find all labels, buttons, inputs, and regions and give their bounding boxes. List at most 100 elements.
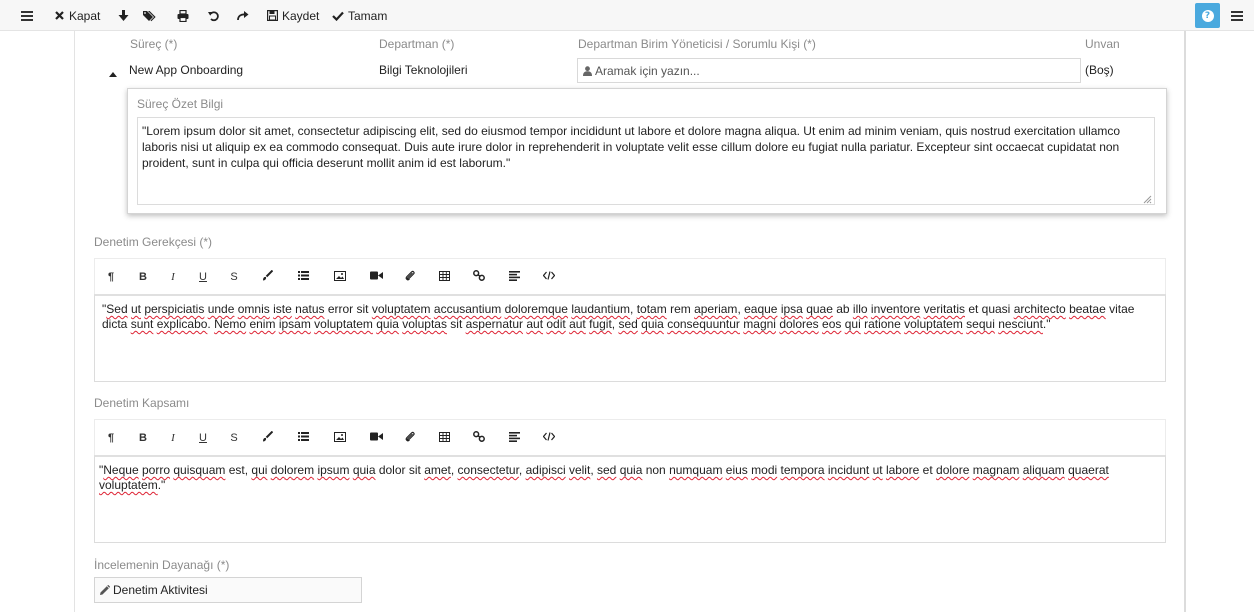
paragraph-button[interactable]: ¶ — [100, 420, 122, 456]
user-icon — [583, 65, 592, 76]
menu-button[interactable] — [20, 0, 37, 31]
attachment-button[interactable] — [399, 420, 421, 456]
help-button[interactable]: ? — [1195, 3, 1220, 28]
strikethrough-button[interactable]: S — [223, 259, 245, 295]
code-view-button[interactable] — [538, 420, 560, 456]
link-icon — [473, 431, 485, 445]
table-button[interactable] — [433, 259, 455, 295]
menu-icon — [1230, 9, 1244, 23]
audit-reason-editor[interactable]: "Sed ut perspiciatis unde omnis iste nat… — [94, 294, 1166, 382]
redo-button[interactable] — [236, 0, 253, 31]
video-button[interactable] — [365, 259, 387, 295]
menu-icon — [20, 9, 34, 23]
tags-button[interactable] — [143, 0, 160, 31]
resize-grip-icon[interactable] — [1142, 192, 1152, 204]
code-view-button[interactable] — [538, 259, 560, 295]
italic-button[interactable]: I — [162, 420, 184, 456]
list-button[interactable] — [292, 420, 314, 456]
paragraph-icon: ¶ — [107, 432, 115, 444]
save-icon — [265, 9, 279, 23]
italic-icon: I — [171, 432, 175, 444]
summary-label: Süreç Özet Bilgi — [137, 97, 224, 111]
image-button[interactable] — [329, 420, 351, 456]
side-menu-button[interactable] — [1230, 0, 1247, 31]
list-icon — [297, 271, 309, 283]
bold-icon: B — [139, 432, 147, 444]
manager-search-placeholder: Aramak için yazın... — [595, 63, 700, 78]
manager-search-input[interactable]: Aramak için yazın... — [577, 58, 1081, 83]
align-button[interactable] — [503, 420, 525, 456]
image-icon — [334, 270, 346, 284]
content-left-border — [74, 31, 75, 612]
table-button[interactable] — [433, 420, 455, 456]
process-name: New App Onboarding — [129, 63, 244, 77]
underline-icon: U — [199, 432, 207, 444]
audit-scope-editor[interactable]: "Neque porro quisquam est, qui dolorem i… — [94, 455, 1166, 543]
close-label: Kapat — [69, 8, 101, 23]
audit-scope-text: "Neque porro quisquam est, qui dolorem i… — [99, 463, 1109, 492]
video-icon — [369, 432, 383, 444]
underline-button[interactable]: U — [192, 420, 214, 456]
summary-textarea[interactable]: "Lorem ipsum dolor sit amet, consectetur… — [137, 117, 1155, 205]
audit-scope-editor-toolbar: ¶ B I U S — [94, 419, 1166, 456]
paperclip-icon — [405, 270, 415, 284]
bold-button[interactable]: B — [132, 259, 154, 295]
italic-icon: I — [171, 271, 175, 283]
print-icon — [176, 9, 190, 23]
basis-label: İncelemenin Dayanağı (*) — [94, 558, 230, 572]
audit-reason-editor-toolbar: ¶ B I U S — [94, 258, 1166, 295]
paragraph-icon: ¶ — [107, 271, 115, 283]
align-button[interactable] — [503, 259, 525, 295]
bold-button[interactable]: B — [132, 420, 154, 456]
audit-reason-text: "Sed ut perspiciatis unde omnis iste nat… — [102, 302, 1135, 331]
paragraph-button[interactable]: ¶ — [100, 259, 122, 295]
strikethrough-icon: S — [230, 432, 238, 444]
basis-select[interactable]: Denetim Aktivitesi — [94, 577, 362, 603]
summary-text: "Lorem ipsum dolor sit amet, consectetur… — [142, 124, 1121, 170]
manager-label: Departman Birim Yöneticisi / Sorumlu Kiş… — [578, 37, 816, 51]
strikethrough-icon: S — [230, 271, 238, 283]
image-icon — [334, 431, 346, 445]
close-icon — [52, 9, 66, 23]
close-button[interactable]: Kapat — [52, 0, 100, 31]
link-icon — [473, 270, 485, 284]
table-icon — [438, 431, 450, 445]
download-button[interactable] — [116, 0, 133, 31]
video-icon — [369, 271, 383, 283]
color-button[interactable] — [256, 259, 278, 295]
collapse-row-button[interactable] — [109, 66, 117, 80]
italic-button[interactable]: I — [162, 259, 184, 295]
underline-button[interactable]: U — [192, 259, 214, 295]
department-value: Bilgi Teknolojileri — [379, 63, 468, 77]
tags-icon — [143, 9, 157, 23]
image-button[interactable] — [329, 259, 351, 295]
brush-icon — [262, 430, 273, 445]
done-button[interactable]: Tamam — [331, 0, 387, 31]
attachment-button[interactable] — [399, 259, 421, 295]
undo-button[interactable] — [207, 0, 224, 31]
caret-up-icon — [109, 66, 117, 80]
title-label: Unvan — [1085, 37, 1120, 51]
link-button[interactable] — [468, 420, 490, 456]
save-button[interactable]: Kaydet — [265, 0, 319, 31]
align-left-icon — [508, 431, 520, 445]
process-label: Süreç (*) — [130, 37, 178, 51]
color-button[interactable] — [256, 420, 278, 456]
code-icon — [542, 271, 556, 283]
table-icon — [438, 270, 450, 284]
link-button[interactable] — [468, 259, 490, 295]
department-label: Departman (*) — [379, 37, 455, 51]
top-toolbar: Kapat Kaydet Tamam ? — [0, 0, 1254, 31]
pencil-icon — [99, 584, 110, 596]
bold-icon: B — [139, 271, 147, 283]
list-button[interactable] — [292, 259, 314, 295]
audit-reason-label: Denetim Gerekçesi (*) — [94, 235, 213, 249]
title-value: (Boş) — [1085, 63, 1114, 77]
print-button[interactable] — [176, 0, 193, 31]
strikethrough-button[interactable]: S — [223, 420, 245, 456]
download-icon — [116, 9, 130, 23]
video-button[interactable] — [365, 420, 387, 456]
check-icon — [331, 9, 345, 23]
basis-value: Denetim Aktivitesi — [113, 583, 208, 597]
paperclip-icon — [405, 431, 415, 445]
